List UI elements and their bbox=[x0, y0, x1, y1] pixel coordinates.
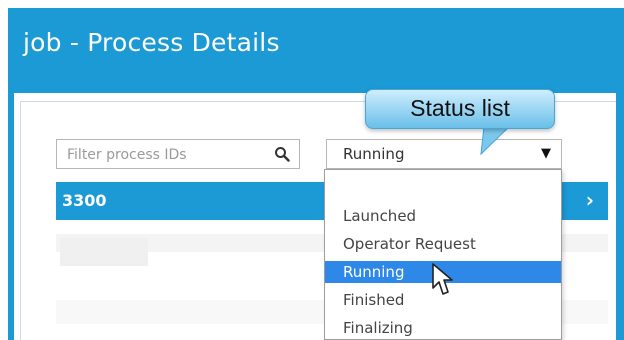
status-select-value: Running bbox=[343, 145, 405, 163]
search-icon[interactable] bbox=[274, 146, 290, 162]
status-option-blank[interactable] bbox=[325, 172, 561, 194]
status-option-operator-request[interactable]: Operator Request bbox=[325, 233, 561, 255]
window-title: job - Process Details bbox=[23, 28, 280, 57]
status-option-finalizing[interactable]: Finalizing bbox=[325, 317, 561, 339]
filter-process-ids-input[interactable] bbox=[65, 145, 269, 165]
callout-pointer bbox=[480, 126, 511, 156]
process-id: 3300 bbox=[62, 191, 107, 210]
chevron-right-icon[interactable]: › bbox=[586, 188, 594, 212]
status-list-callout: Status list bbox=[365, 89, 555, 129]
callout-label: Status list bbox=[410, 95, 510, 121]
filter-process-ids-field[interactable] bbox=[56, 139, 300, 169]
status-select[interactable]: Running ▼ bbox=[326, 139, 562, 169]
process-row-placeholder bbox=[60, 238, 148, 266]
dropdown-arrow-icon[interactable]: ▼ bbox=[541, 146, 551, 161]
panel-border-left bbox=[20, 101, 21, 340]
status-dropdown-list: Launched Operator Request Running Finish… bbox=[324, 169, 562, 340]
status-option-launched[interactable]: Launched bbox=[325, 205, 561, 227]
mouse-pointer-icon bbox=[432, 263, 453, 295]
